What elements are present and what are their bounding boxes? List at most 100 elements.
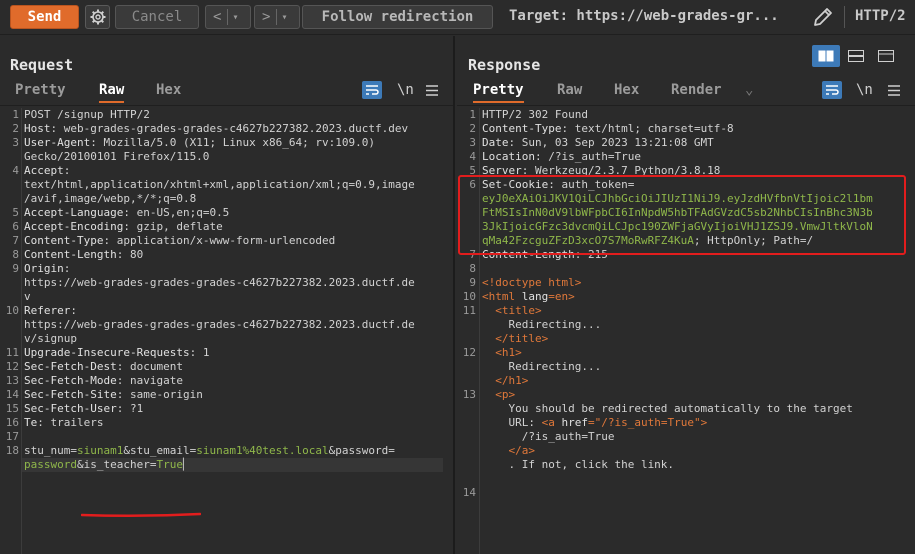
body-param: stu_num bbox=[24, 444, 71, 457]
tab-pretty[interactable]: Pretty bbox=[15, 82, 66, 101]
tab-render[interactable]: Render bbox=[671, 82, 722, 101]
header-name: Content-Type bbox=[24, 234, 104, 247]
code-text: </title> bbox=[482, 332, 548, 346]
annotation-underline bbox=[81, 512, 201, 518]
code-text: /avif,image/webp,*/*;q=0.8 bbox=[24, 192, 196, 206]
divider bbox=[844, 6, 845, 28]
protocol-label[interactable]: HTTP/2 bbox=[855, 8, 906, 24]
code-token: : bbox=[534, 150, 549, 163]
wrap-lines-icon bbox=[362, 81, 382, 99]
code-text: </a> bbox=[482, 444, 536, 458]
header-value: application/x-www-form-urlencoded bbox=[116, 234, 336, 247]
code-text: Sec-Fetch-Dest: document bbox=[24, 360, 183, 374]
pencil-icon[interactable] bbox=[811, 5, 835, 29]
code-text: Upgrade-Insecure-Requests: 1 bbox=[24, 346, 209, 360]
line-number: 11 bbox=[5, 346, 19, 359]
line-number: 14 bbox=[5, 388, 19, 401]
code-text: Accept-Encoding: gzip, deflate bbox=[24, 220, 223, 234]
code-token: https://web-grades-grades-grades-c4627b2… bbox=[24, 318, 415, 331]
code-token: href bbox=[561, 416, 588, 429]
header-name: Sec-Fetch-Site bbox=[24, 388, 117, 401]
code-token: : bbox=[123, 220, 137, 233]
body-param: is_teacher bbox=[83, 458, 150, 471]
code-token: : bbox=[116, 402, 130, 415]
code-token: & bbox=[76, 458, 84, 471]
chevron-down-icon[interactable]: ⌄ bbox=[745, 82, 753, 101]
code-text: You should be redirected automatically t… bbox=[482, 402, 852, 416]
code-token: Gecko/20100101 Firefox/115.0 bbox=[24, 150, 210, 163]
wrap-lines-button[interactable] bbox=[362, 81, 382, 99]
header-value: ?1 bbox=[129, 402, 144, 415]
code-text: Te: trailers bbox=[24, 416, 103, 430]
line-number: 17 bbox=[5, 430, 19, 443]
menu-icon[interactable] bbox=[426, 85, 438, 96]
code-token: URL: bbox=[482, 416, 542, 429]
request-title: Request bbox=[10, 56, 74, 74]
code-token: lang bbox=[521, 290, 549, 303]
code-token: : bbox=[189, 346, 203, 359]
tab-raw[interactable]: Raw bbox=[557, 82, 582, 101]
tab-hex[interactable]: Hex bbox=[156, 82, 181, 101]
split-horizontal-button[interactable] bbox=[812, 45, 840, 67]
code-text: Host: web-grades-grades-grades-c4627b227… bbox=[24, 122, 408, 136]
chevron-down-icon[interactable]: ▾ bbox=[281, 12, 287, 23]
rows-icon bbox=[848, 50, 864, 62]
code-token: Redirecting... bbox=[482, 318, 602, 331]
code-text: https://web-grades-grades-grades-c4627b2… bbox=[24, 318, 415, 332]
wrap-lines-button[interactable] bbox=[822, 81, 842, 99]
chevron-down-icon[interactable]: ▾ bbox=[232, 12, 238, 23]
back-label: < bbox=[213, 9, 222, 25]
code-token: ="/?is_auth=True"> bbox=[587, 416, 708, 429]
toolbar: Send Cancel < ▾ > ▾ Follow redirection T… bbox=[0, 0, 915, 35]
code-token: : bbox=[37, 416, 51, 429]
line-number: 8 bbox=[12, 248, 19, 261]
line-number: 13 bbox=[462, 388, 476, 401]
code-text: <p> bbox=[482, 388, 515, 402]
body-param: stu_email bbox=[129, 444, 190, 457]
code-text: Content-Length: 80 bbox=[24, 248, 143, 262]
code-token: : bbox=[116, 388, 130, 401]
header-name: Referer bbox=[24, 304, 71, 317]
header-name: User-Agent bbox=[24, 136, 91, 149]
code-token: = bbox=[548, 290, 555, 303]
body-value: True bbox=[156, 458, 183, 471]
code-text: Accept-Language: en-US,en;q=0.5 bbox=[24, 206, 229, 220]
cancel-button[interactable]: Cancel bbox=[115, 5, 199, 29]
header-name: Accept-Encoding bbox=[24, 220, 124, 233]
forward-button[interactable]: > ▾ bbox=[254, 5, 300, 29]
settings-gear-button[interactable] bbox=[85, 5, 110, 29]
wrap-lines-icon bbox=[822, 81, 842, 99]
follow-redirection-button[interactable]: Follow redirection bbox=[302, 5, 493, 29]
line-number: 5 bbox=[12, 206, 19, 219]
tab-pretty[interactable]: Pretty bbox=[473, 82, 524, 103]
tabs-layout-button[interactable] bbox=[872, 45, 900, 67]
send-button[interactable]: Send bbox=[10, 5, 79, 29]
code-text: stu_num=siunam1&stu_email=siunam1%40test… bbox=[24, 444, 395, 458]
header-name: Location bbox=[482, 150, 535, 163]
tab-raw[interactable]: Raw bbox=[99, 82, 125, 103]
header-value: text/html; charset=utf-8 bbox=[574, 122, 734, 135]
back-button[interactable]: < ▾ bbox=[205, 5, 251, 29]
line-number: 9 bbox=[12, 262, 19, 275]
newline-toggle[interactable]: \n bbox=[856, 82, 873, 98]
code-token: = bbox=[388, 444, 395, 457]
header-value: navigate bbox=[129, 374, 183, 387]
tab-hex[interactable]: Hex bbox=[614, 82, 639, 101]
split-vertical-button[interactable] bbox=[842, 45, 870, 67]
code-token: /?is_auth=True bbox=[482, 430, 615, 443]
header-name: Upgrade-Insecure-Requests bbox=[24, 346, 190, 359]
line-number: 7 bbox=[12, 234, 19, 247]
divider bbox=[457, 105, 915, 106]
body-value: password bbox=[24, 458, 77, 471]
newline-toggle[interactable]: \n bbox=[397, 82, 414, 98]
menu-icon[interactable] bbox=[888, 85, 900, 96]
code-token: HTTP/2 302 Found bbox=[482, 108, 588, 121]
code-token: en bbox=[554, 290, 569, 303]
header-value: gzip, deflate bbox=[136, 220, 223, 233]
line-number: 11 bbox=[462, 304, 476, 317]
line-number: 8 bbox=[469, 262, 476, 275]
header-value: Mozilla/5.0 (X11; Linux x86_64; rv:109.0… bbox=[103, 136, 376, 149]
